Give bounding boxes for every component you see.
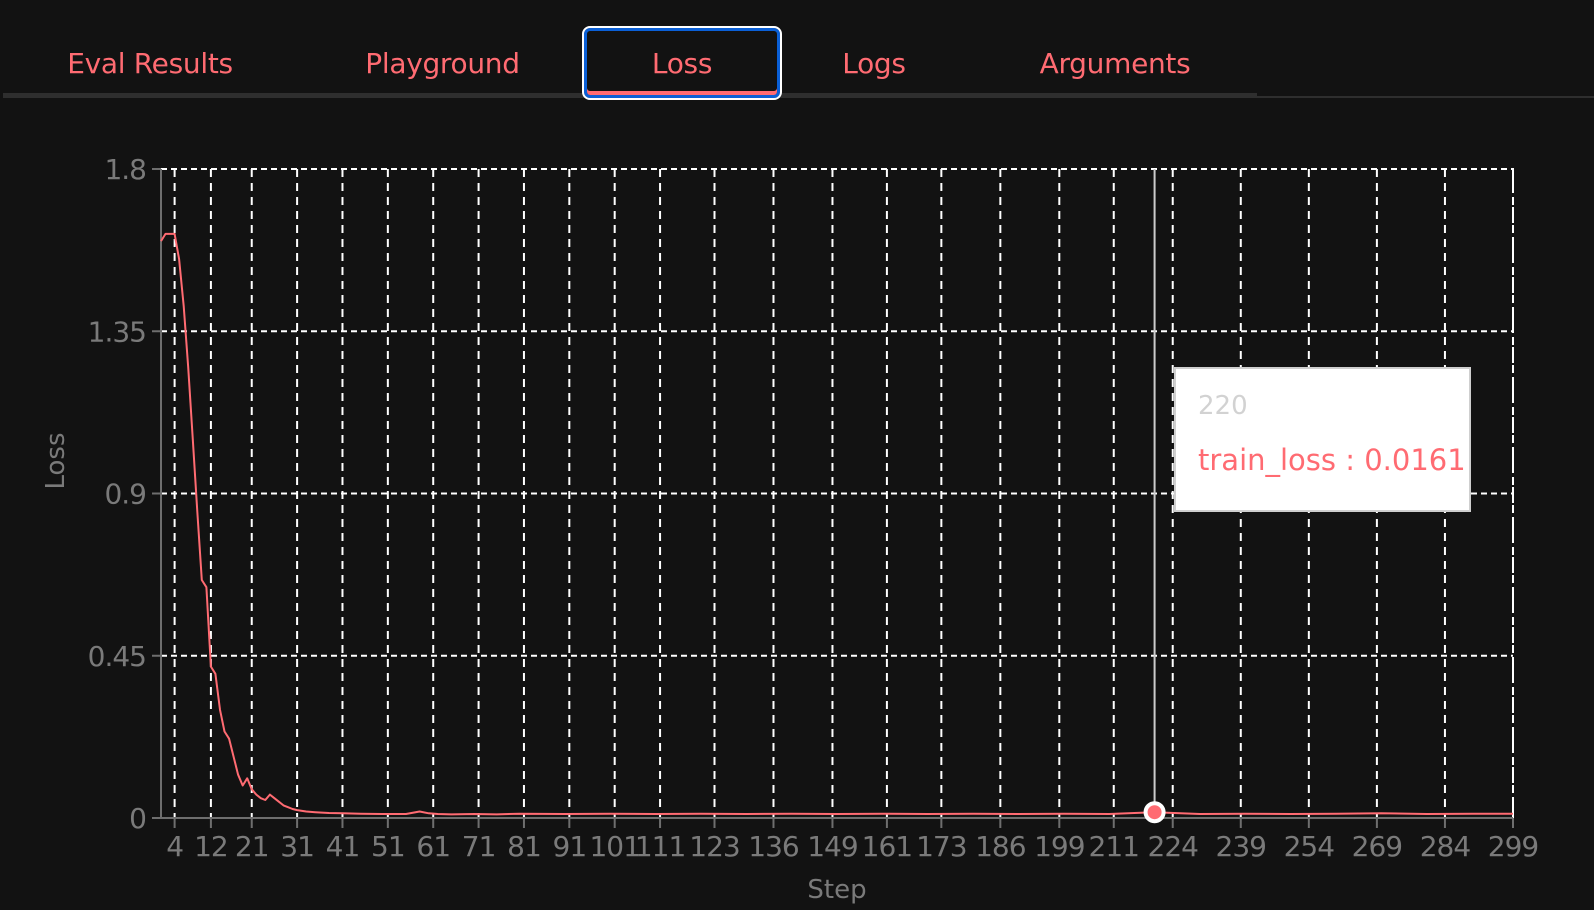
series-line-train_loss — [160, 232, 1513, 816]
y-tick-label: 0.45 — [88, 640, 146, 673]
y-tick-label: 1.8 — [104, 153, 146, 186]
x-tick-label: 123 — [689, 830, 739, 863]
x-tick-label: 254 — [1284, 830, 1335, 863]
x-tick-label: 71 — [462, 830, 496, 863]
x-tick-label: 224 — [1148, 830, 1199, 863]
x-tick-label: 111 — [635, 830, 685, 863]
x-tick-label: 91 — [553, 830, 587, 863]
tooltip-value: train_loss : 0.0161 — [1198, 443, 1466, 477]
x-tick-label: 136 — [748, 830, 799, 863]
y-axis-label: Loss — [41, 432, 71, 489]
x-tick-label: 41 — [326, 830, 360, 863]
chart-tooltip: 220 train_loss : 0.0161 — [1174, 367, 1471, 512]
x-tick-label: 239 — [1216, 830, 1266, 863]
x-tick-label: 12 — [194, 830, 228, 863]
x-tick-label: 149 — [807, 830, 857, 863]
hover-point — [1143, 801, 1166, 824]
x-tick-label: 4 — [166, 830, 183, 863]
chart-cursor — [1143, 169, 1166, 824]
x-tick-label: 51 — [371, 830, 405, 863]
tooltip-step: 220 — [1198, 391, 1248, 421]
x-tick-label: 284 — [1420, 830, 1471, 863]
x-tick-label: 186 — [975, 830, 1026, 863]
x-tick-label: 31 — [280, 830, 314, 863]
x-tick-label: 21 — [235, 830, 269, 863]
x-tick-label: 211 — [1089, 830, 1139, 863]
y-tick-label: 0 — [129, 802, 146, 835]
x-tick-label: 101 — [589, 830, 639, 863]
x-tick-label: 299 — [1488, 830, 1538, 863]
chart-series — [160, 232, 1513, 816]
x-tick-label: 61 — [416, 830, 450, 863]
x-tick-label: 173 — [916, 830, 966, 863]
x-tick-label: 161 — [862, 830, 912, 863]
x-axis-label: Step — [807, 875, 866, 905]
y-tick-label: 1.35 — [88, 315, 146, 348]
x-tick-label: 269 — [1352, 830, 1402, 863]
y-tick-label: 0.9 — [104, 478, 146, 511]
x-tick-label: 81 — [507, 830, 541, 863]
x-tick-label: 199 — [1034, 830, 1084, 863]
